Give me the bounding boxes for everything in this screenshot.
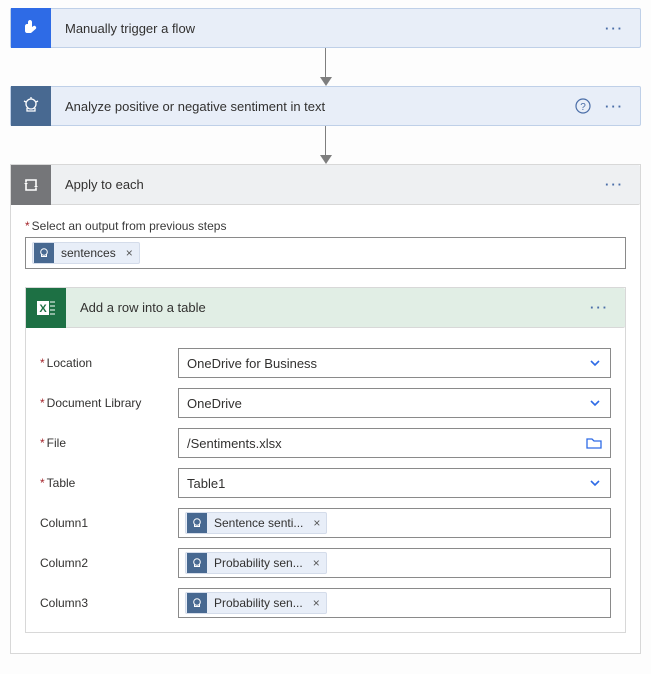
row-library: Document Library OneDrive [40,388,611,418]
ai-sentiment-card[interactable]: Analyze positive or negative sentiment i… [10,86,641,126]
label-location: Location [40,356,168,370]
token-col2[interactable]: Probability sen... × [185,552,327,574]
row-column2: Column2 Probability sen... × [40,548,611,578]
value-library: OneDrive [187,396,588,411]
token-remove-icon[interactable]: × [124,246,139,260]
ai-title: Analyze positive or negative sentiment i… [51,99,575,114]
token-sentences[interactable]: sentences × [32,242,140,264]
trigger-menu-button[interactable]: ··· [605,21,624,36]
input-column3[interactable]: Probability sen... × [178,588,611,618]
help-icon[interactable]: ? [575,98,591,114]
token-label: Probability sen... [208,596,311,610]
excel-icon: X [26,288,66,328]
loop-output-label: Select an output from previous steps [25,219,626,233]
row-table: Table Table1 [40,468,611,498]
select-location[interactable]: OneDrive for Business [178,348,611,378]
loop-icon [11,165,51,205]
excel-menu-button[interactable]: ··· [590,300,609,315]
connector-arrow [10,126,641,164]
folder-picker-icon[interactable] [586,436,602,450]
chevron-down-icon [588,396,602,410]
loop-output-input[interactable]: sentences × [25,237,626,269]
token-label: sentences [55,246,124,260]
ai-token-icon [187,593,207,613]
chevron-down-icon [588,356,602,370]
value-table: Table1 [187,476,588,491]
ai-token-icon [187,553,207,573]
ai-token-icon [34,243,54,263]
token-label: Sentence senti... [208,516,311,530]
ai-token-icon [187,513,207,533]
select-library[interactable]: OneDrive [178,388,611,418]
token-label: Probability sen... [208,556,311,570]
svg-text:?: ? [580,102,586,113]
apply-to-each-container: Apply to each ··· Select an output from … [10,164,641,654]
loop-title: Apply to each [51,177,605,192]
excel-action-header[interactable]: X Add a row into a table ··· [26,288,625,328]
token-remove-icon[interactable]: × [311,556,326,570]
ai-menu-button[interactable]: ··· [605,99,624,114]
row-file: File /Sentiments.xlsx [40,428,611,458]
label-column3: Column3 [40,596,168,610]
excel-title: Add a row into a table [66,300,590,315]
trigger-title: Manually trigger a flow [51,21,605,36]
apply-to-each-header[interactable]: Apply to each ··· [11,165,640,205]
label-table: Table [40,476,168,490]
token-col3[interactable]: Probability sen... × [185,592,327,614]
excel-action-container: X Add a row into a table ··· Location On… [25,287,626,633]
label-column2: Column2 [40,556,168,570]
label-column1: Column1 [40,516,168,530]
input-file[interactable]: /Sentiments.xlsx [178,428,611,458]
row-location: Location OneDrive for Business [40,348,611,378]
row-column3: Column3 Probability sen... × [40,588,611,618]
loop-menu-button[interactable]: ··· [605,177,624,192]
trigger-card[interactable]: Manually trigger a flow ··· [10,8,641,48]
token-col1[interactable]: Sentence senti... × [185,512,327,534]
row-column1: Column1 Sentence senti... × [40,508,611,538]
ai-builder-icon [11,86,51,126]
value-location: OneDrive for Business [187,356,588,371]
manual-trigger-icon [11,8,51,48]
label-file: File [40,436,168,450]
token-remove-icon[interactable]: × [311,516,326,530]
label-library: Document Library [40,396,168,410]
input-column1[interactable]: Sentence senti... × [178,508,611,538]
svg-text:X: X [39,303,47,315]
select-table[interactable]: Table1 [178,468,611,498]
input-column2[interactable]: Probability sen... × [178,548,611,578]
value-file: /Sentiments.xlsx [187,436,586,451]
token-remove-icon[interactable]: × [311,596,326,610]
connector-arrow [10,48,641,86]
chevron-down-icon [588,476,602,490]
